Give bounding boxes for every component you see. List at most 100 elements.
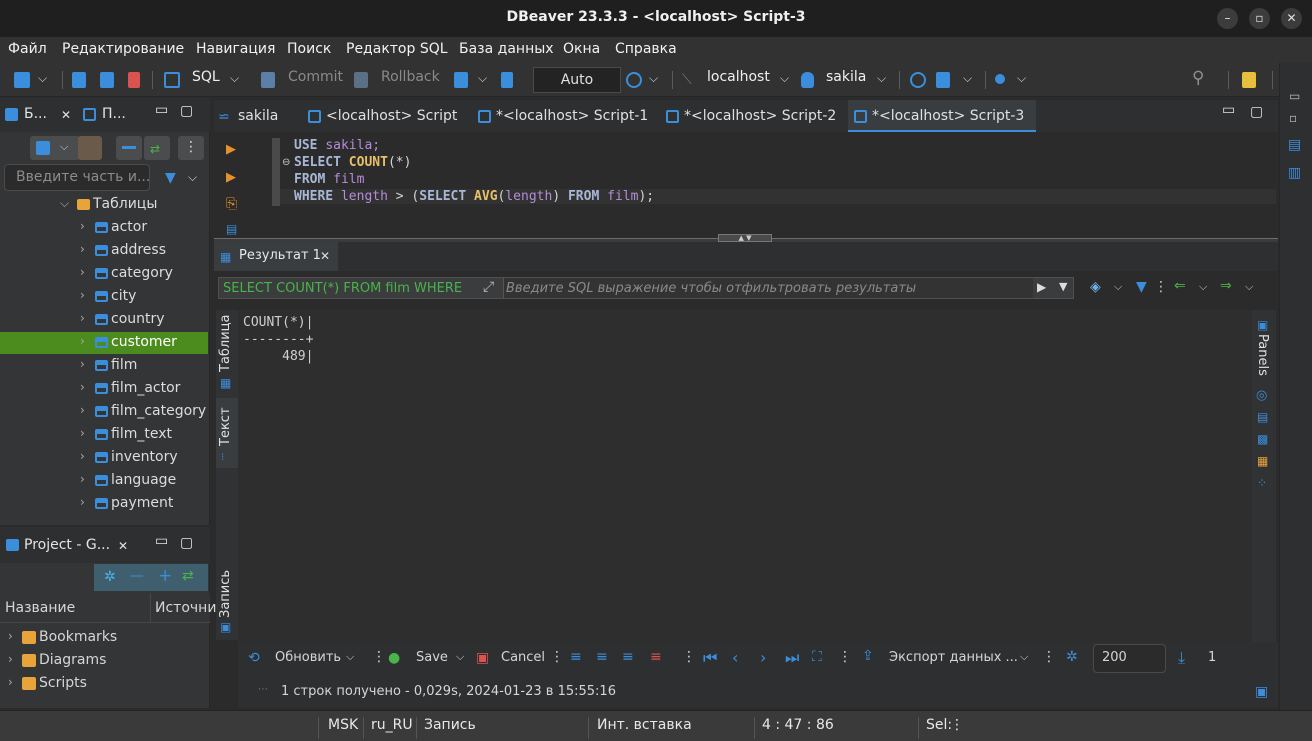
- calc-icon[interactable]: ▦: [1257, 454, 1268, 468]
- collapse-icon[interactable]: —: [130, 568, 144, 584]
- tree-item-inventory[interactable]: › inventory: [0, 447, 208, 469]
- save-button[interactable]: Save: [416, 650, 448, 665]
- menu-navigate[interactable]: Навигация: [196, 41, 275, 57]
- project-item-scripts[interactable]: › Scripts: [0, 673, 208, 695]
- more-menu-icon[interactable]: ⋮: [178, 136, 204, 160]
- chevron-down-icon[interactable]: ⌵: [1020, 650, 1028, 664]
- chevron-down-icon[interactable]: ⌵: [38, 71, 47, 86]
- maximize-button[interactable]: ▫: [1249, 8, 1270, 29]
- delete-row-icon[interactable]: ≡: [650, 649, 662, 665]
- chevron-right-icon[interactable]: ›: [80, 495, 85, 509]
- chevron-right-icon[interactable]: ›: [80, 449, 85, 463]
- menu-edit[interactable]: Редактирование: [62, 41, 184, 57]
- chevron-down-icon[interactable]: ⌵: [478, 71, 487, 86]
- more-menu-icon[interactable]: ⋮: [550, 649, 564, 665]
- close-icon[interactable]: ✕: [61, 108, 71, 122]
- close-button[interactable]: ✕: [1281, 8, 1302, 29]
- chevron-right-icon[interactable]: ›: [80, 311, 85, 325]
- more-menu-icon[interactable]: ⋮: [372, 649, 386, 665]
- tree-folder-tables[interactable]: ⌵ Таблицы: [0, 194, 208, 216]
- next-page-icon[interactable]: ›: [760, 648, 766, 667]
- chevron-down-icon[interactable]: ⌵: [649, 71, 658, 86]
- tab-text-view[interactable]: Текст: [218, 407, 233, 446]
- maximize-panel-icon[interactable]: ▢: [180, 103, 193, 119]
- chevron-down-icon[interactable]: ⌵: [877, 71, 886, 86]
- chevron-right-icon[interactable]: ›: [80, 380, 85, 394]
- filter-icon[interactable]: ▼: [165, 170, 176, 186]
- tree-item-country[interactable]: › country: [0, 309, 208, 331]
- tab-script[interactable]: <localhost> Script: [326, 108, 457, 124]
- properties-icon[interactable]: ▤: [1288, 137, 1301, 153]
- menu-file[interactable]: Файл: [8, 41, 47, 57]
- results-filter-input[interactable]: Введите SQL выражение чтобы отфильтроват…: [506, 281, 916, 296]
- add-icon[interactable]: +: [158, 566, 172, 586]
- invalidate-icon[interactable]: [100, 72, 114, 92]
- chevron-right-icon[interactable]: ›: [80, 288, 85, 302]
- commit-button[interactable]: Commit: [288, 69, 343, 85]
- navigator-filter-input[interactable]: Введите часть и...: [4, 164, 150, 191]
- minimize-button[interactable]: –: [1217, 8, 1238, 29]
- arrow-right-icon[interactable]: ⇒: [1220, 278, 1232, 294]
- chevron-down-icon[interactable]: ⌵: [1017, 71, 1026, 86]
- more-menu-icon[interactable]: ⋮: [682, 649, 696, 665]
- execute-script-icon[interactable]: ⎘: [226, 196, 237, 212]
- sql-button[interactable]: SQL: [192, 69, 220, 85]
- tab-record-view[interactable]: Запись: [218, 570, 233, 618]
- chevron-down-icon[interactable]: ⌵: [60, 196, 69, 211]
- search-icon[interactable]: ⚲: [1192, 68, 1204, 88]
- fetch-all-icon[interactable]: ⛶: [812, 649, 822, 665]
- execute-statement-icon[interactable]: ▶: [226, 142, 236, 157]
- export-button[interactable]: Экспорт данных ...: [889, 650, 1018, 665]
- tree-item-film_category[interactable]: › film_category: [0, 401, 208, 423]
- expand-icon[interactable]: ⤢: [483, 279, 494, 295]
- schema-icon[interactable]: [936, 72, 950, 92]
- menu-database[interactable]: База данных: [459, 41, 554, 57]
- transaction-mode-icon[interactable]: [454, 72, 468, 92]
- fetch-size-input[interactable]: 200: [1093, 644, 1166, 673]
- rollback-button[interactable]: Rollback: [381, 69, 440, 85]
- disconnect-icon[interactable]: [128, 72, 140, 92]
- apply-filter-icon[interactable]: ▶: [1037, 280, 1046, 294]
- panels-toggle[interactable]: Panels: [1255, 334, 1270, 376]
- refresh-button[interactable]: Обновить: [275, 650, 341, 665]
- fetch-next-icon[interactable]: ⤓: [1178, 648, 1185, 668]
- chevron-down-icon[interactable]: ⌵: [1199, 280, 1207, 294]
- grouping-icon[interactable]: ▩: [1257, 432, 1268, 446]
- tree-item-city[interactable]: › city: [0, 286, 208, 308]
- refresh-icon[interactable]: ⟲: [248, 650, 260, 666]
- search-tool-icon[interactable]: [995, 72, 1005, 88]
- last-page-icon[interactable]: ⏭: [785, 648, 799, 668]
- chevron-down-icon[interactable]: ⌵: [780, 71, 789, 86]
- chevron-down-icon[interactable]: ⌵: [1245, 280, 1253, 294]
- settings-icon[interactable]: ✲: [1066, 649, 1078, 665]
- menu-search[interactable]: Поиск: [287, 41, 331, 57]
- chevron-down-icon[interactable]: ⌵: [346, 650, 354, 664]
- tree-item-film_text[interactable]: › film_text: [0, 424, 208, 446]
- eraser-icon[interactable]: ◈: [1090, 279, 1101, 295]
- copy-row-icon[interactable]: ≡: [622, 649, 634, 665]
- link-icon[interactable]: ⇄: [182, 568, 194, 584]
- column-name[interactable]: Название: [5, 600, 75, 616]
- tree-item-language[interactable]: › language: [0, 470, 208, 492]
- tree-item-film_actor[interactable]: › film_actor: [0, 378, 208, 400]
- chevron-right-icon[interactable]: ›: [80, 357, 85, 371]
- toggle-results-icon[interactable]: ▲ ▼: [718, 234, 772, 242]
- chevron-down-icon[interactable]: ⌵: [963, 71, 972, 86]
- maximize-editor-icon[interactable]: ▢: [1250, 104, 1263, 120]
- chevron-right-icon[interactable]: ›: [8, 629, 13, 643]
- column-source[interactable]: Источни: [155, 600, 216, 616]
- chevron-right-icon[interactable]: ›: [8, 675, 13, 689]
- project-item-bookmarks[interactable]: › Bookmarks: [0, 627, 208, 649]
- more-menu-icon[interactable]: ⋮: [1154, 279, 1168, 295]
- database-selector[interactable]: sakila: [826, 69, 866, 85]
- tree-item-category[interactable]: › category: [0, 263, 208, 285]
- arrow-left-icon[interactable]: ⇐: [1174, 278, 1186, 294]
- chevron-right-icon[interactable]: ›: [80, 472, 85, 486]
- chevron-down-icon[interactable]: ⌵: [230, 71, 239, 86]
- panel-toggle-icon[interactable]: ▣: [1255, 684, 1268, 700]
- tab-project[interactable]: Project - G...: [24, 537, 110, 553]
- configure-icon[interactable]: ✲: [104, 569, 116, 585]
- new-connection-icon[interactable]: [14, 72, 30, 92]
- chevron-right-icon[interactable]: ›: [8, 652, 13, 666]
- perspective-icon[interactable]: [1242, 72, 1256, 92]
